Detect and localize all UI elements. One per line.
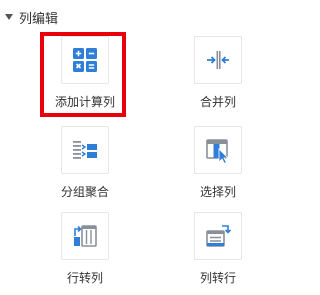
tile-label: 列转行 xyxy=(199,271,236,285)
select-column-icon xyxy=(206,139,229,164)
group-aggregate-tile[interactable]: 分组聚合 xyxy=(42,126,128,200)
select-column-icon-box xyxy=(194,126,242,174)
calculator-icon xyxy=(73,48,97,72)
row-to-column-tile[interactable]: 行转列 xyxy=(42,212,128,286)
column-to-row-tile[interactable]: 列转行 xyxy=(175,212,261,286)
tile-label: 添加计算列 xyxy=(54,95,115,109)
add-calculated-column-tile[interactable]: 添加计算列 xyxy=(40,32,128,117)
column-to-row-icon xyxy=(206,225,232,247)
section-title: 列编辑 xyxy=(19,11,59,27)
caret-down-icon xyxy=(5,14,13,20)
merge-columns-icon xyxy=(207,51,229,69)
tile-label: 合并列 xyxy=(199,95,236,109)
select-column-tile[interactable]: 选择列 xyxy=(175,126,261,200)
column-to-row-icon-box xyxy=(194,212,242,260)
section-header-column-edit[interactable]: 列编辑 xyxy=(5,7,58,27)
merge-columns-icon-box xyxy=(194,36,242,84)
row-to-column-icon-box xyxy=(61,212,109,260)
merge-columns-tile[interactable]: 合并列 xyxy=(175,36,261,110)
tile-label: 行转列 xyxy=(66,271,103,285)
group-aggregate-icon-box xyxy=(61,126,109,174)
group-aggregate-icon xyxy=(73,141,97,159)
tile-label: 选择列 xyxy=(199,185,236,199)
row-to-column-icon xyxy=(74,225,97,247)
calculator-icon-box xyxy=(61,36,109,84)
tile-label: 分组聚合 xyxy=(60,185,109,199)
